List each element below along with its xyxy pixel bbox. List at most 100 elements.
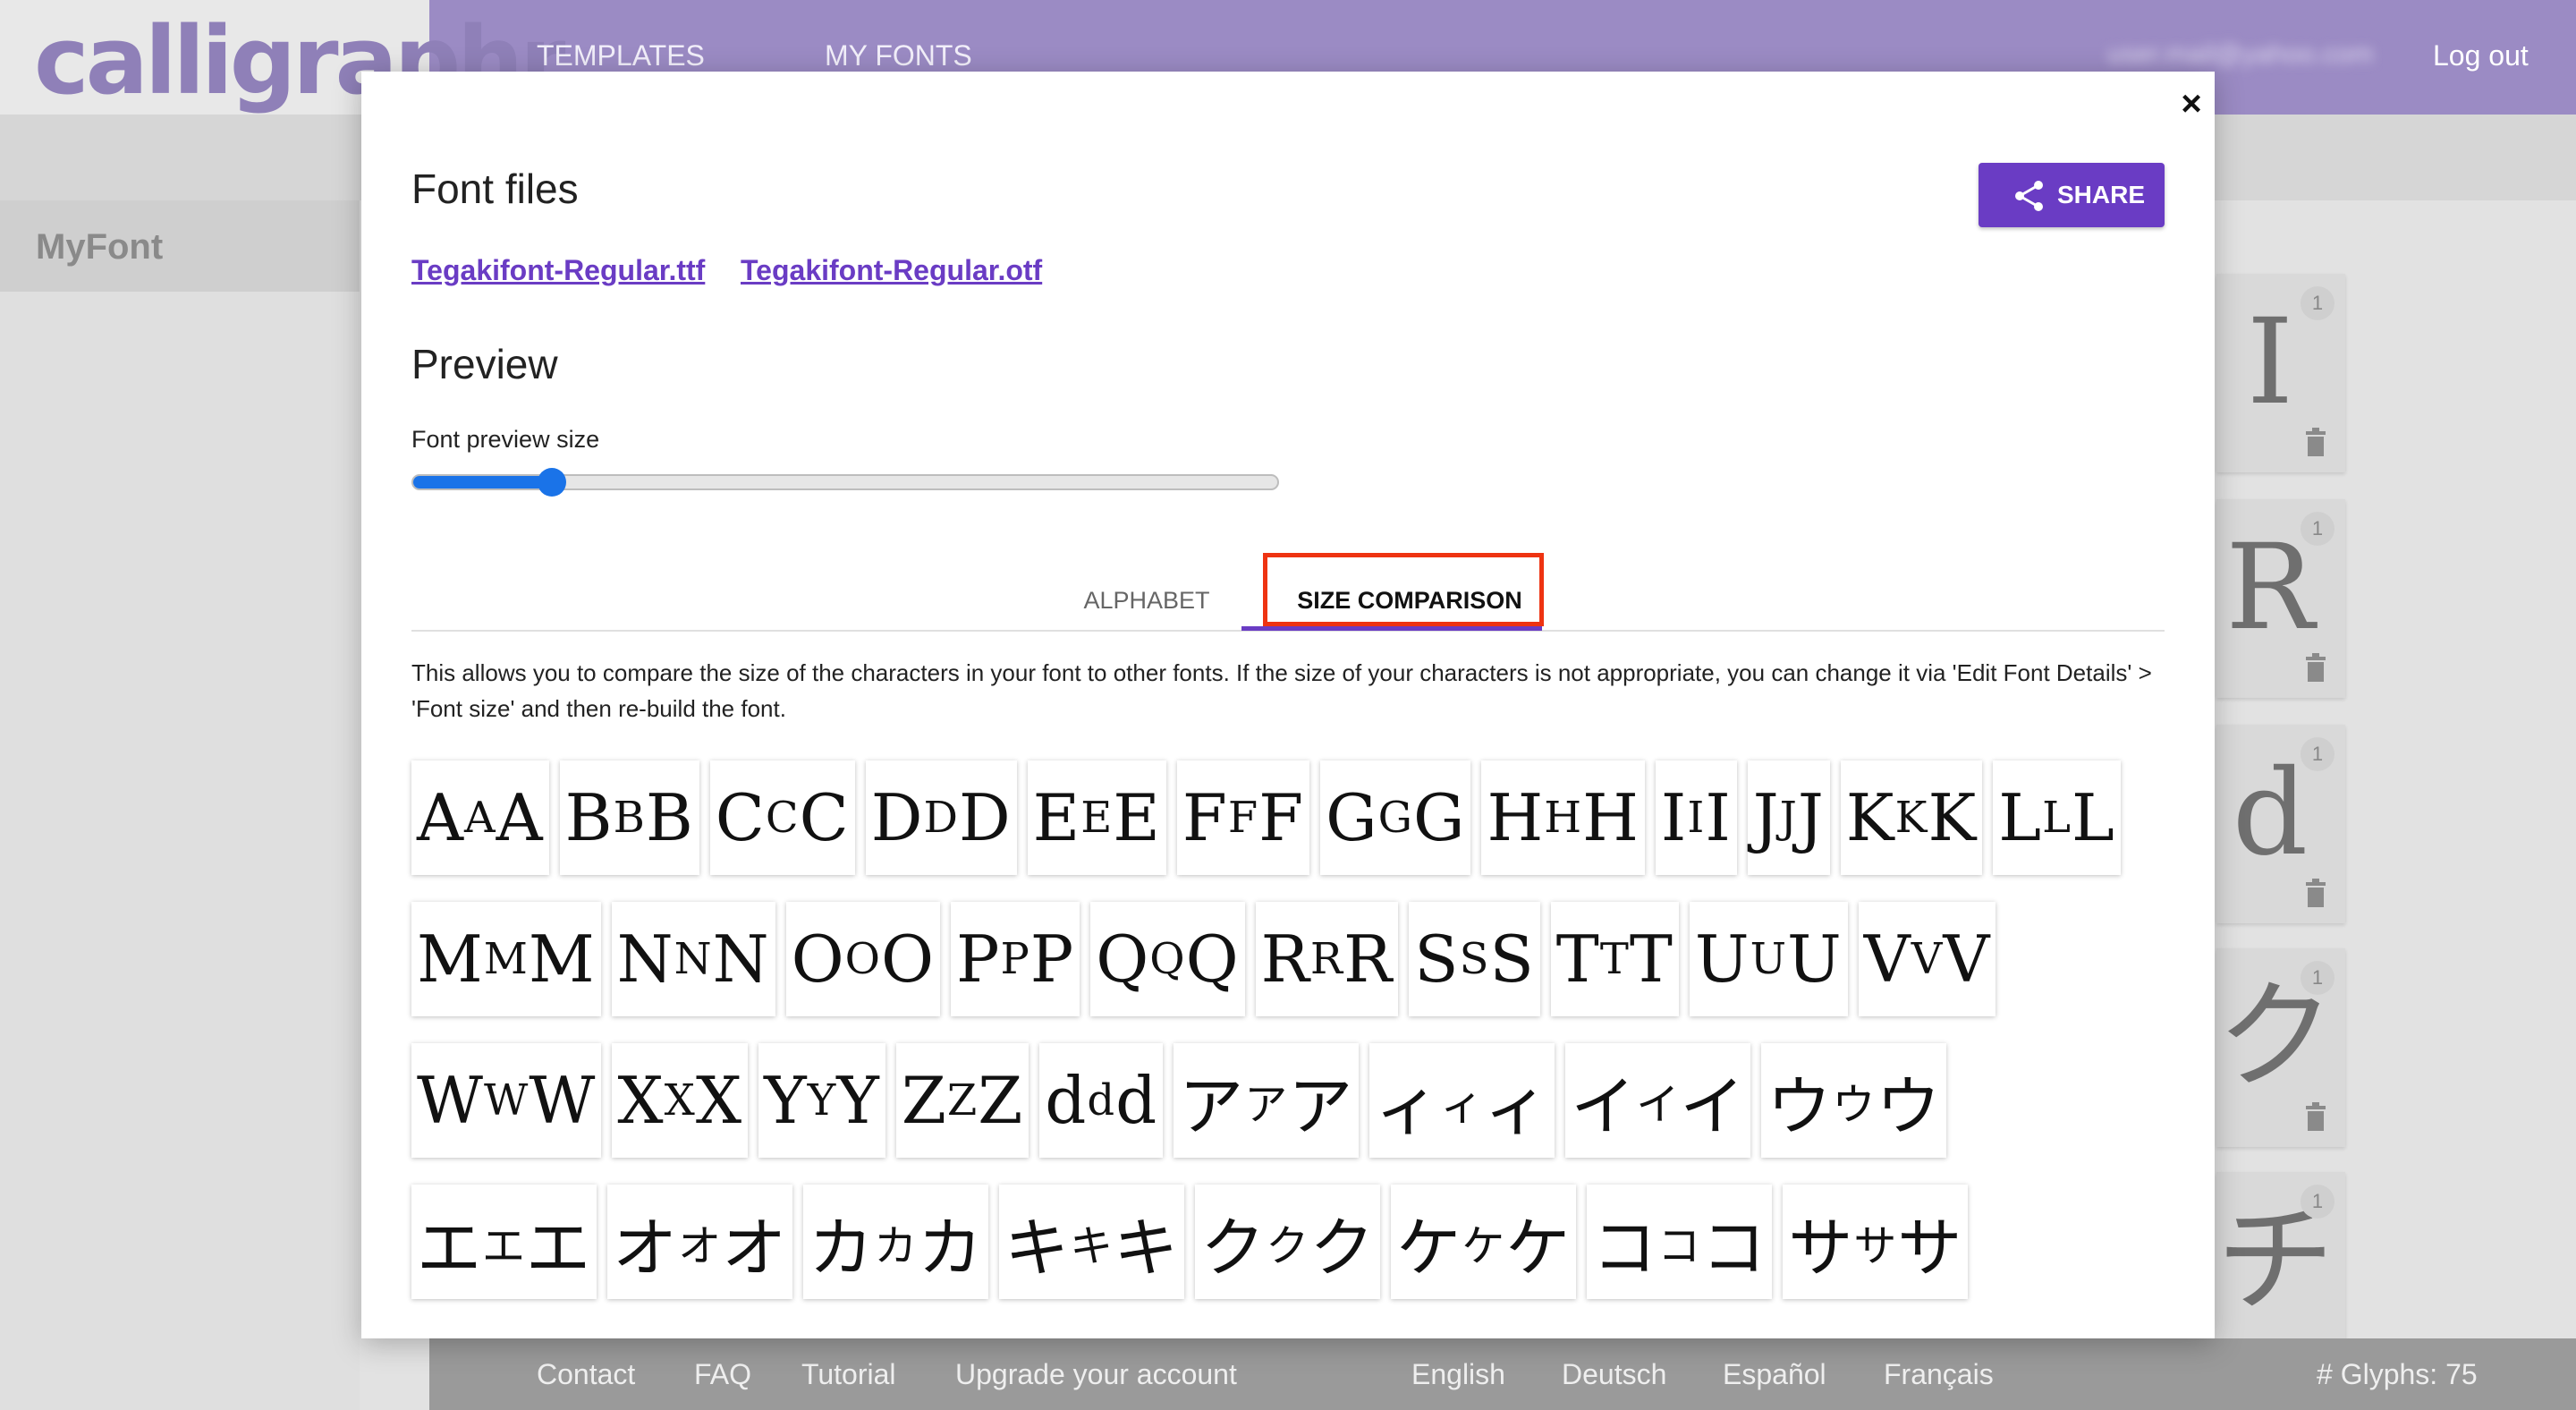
comparison-cell: CCC <box>709 760 855 875</box>
comparison-cell: JJJ <box>1747 760 1830 875</box>
footer-link-contact[interactable]: Contact <box>537 1358 635 1391</box>
comparison-cell: アアア <box>1174 1043 1360 1158</box>
reference-glyph: R <box>1260 922 1310 997</box>
reference-glyph: H <box>1487 780 1545 855</box>
reference-glyph: D <box>958 780 1012 855</box>
reference-glyph: Z <box>901 1063 947 1138</box>
user-glyph: X <box>664 1075 696 1125</box>
glyph-count-badge: 1 <box>2301 512 2334 546</box>
reference-glyph: エ <box>526 1210 592 1286</box>
user-glyph: N <box>674 934 713 984</box>
comparison-cell: NNN <box>611 902 775 1016</box>
trash-icon[interactable] <box>2304 879 2327 907</box>
reference-glyph: ア <box>1288 1068 1354 1144</box>
user-glyph: B <box>613 793 646 843</box>
glyph-count-badge: 1 <box>2301 286 2334 320</box>
user-glyph: S <box>1459 934 1490 984</box>
font-files-title: Font files <box>411 166 579 212</box>
reference-glyph: ウ <box>1767 1068 1833 1144</box>
user-glyph: G <box>1377 793 1413 843</box>
language-francais[interactable]: Français <box>1884 1358 1994 1391</box>
comparison-cell: ウウウ <box>1761 1043 1947 1158</box>
footer-link-faq[interactable]: FAQ <box>694 1358 751 1391</box>
trash-icon[interactable] <box>2304 428 2327 456</box>
trash-icon[interactable] <box>2304 1102 2327 1131</box>
trash-icon[interactable] <box>2304 653 2327 682</box>
comparison-cell: III <box>1655 760 1737 875</box>
reference-glyph: P <box>956 922 1001 997</box>
reference-glyph: コ <box>1701 1210 1767 1286</box>
user-glyph: E <box>1080 793 1114 843</box>
comparison-cell: SSS <box>1409 902 1540 1016</box>
reference-glyph: Q <box>1185 922 1240 997</box>
user-glyph: U <box>1750 934 1788 984</box>
comparison-cell: コココ <box>1587 1185 1773 1299</box>
share-button[interactable]: SHARE <box>1979 163 2165 227</box>
slider-thumb[interactable] <box>537 468 566 497</box>
reference-glyph: W <box>417 1063 485 1138</box>
comparison-cell: ddd <box>1039 1043 1164 1158</box>
comparison-cell: YYY <box>758 1043 886 1158</box>
reference-glyph: オ <box>722 1210 788 1286</box>
reference-glyph: R <box>1343 922 1394 997</box>
comparison-row: MMMNNNOOOPPPQQQRRRSSSTTTUUUVVV <box>411 902 2174 1018</box>
user-glyph: ケ <box>1462 1221 1506 1271</box>
ttf-download-link[interactable]: Tegakifont-Regular.ttf <box>411 254 705 287</box>
reference-glyph: W <box>529 1063 597 1138</box>
user-glyph: C <box>765 793 800 843</box>
otf-download-link[interactable]: Tegakifont-Regular.otf <box>741 254 1042 287</box>
reference-glyph: Z <box>978 1063 1024 1138</box>
comparison-cell: FFF <box>1176 760 1310 875</box>
user-glyph: サ <box>1853 1221 1898 1271</box>
comparison-cell: OOO <box>785 902 941 1016</box>
glyph-card[interactable]: ク 1 <box>2216 948 2345 1147</box>
reference-glyph: O <box>791 922 845 997</box>
user-email: user.mail@yahoo.com <box>2107 39 2374 69</box>
logout-link[interactable]: Log out <box>2433 39 2529 72</box>
footer-link-tutorial[interactable]: Tutorial <box>801 1358 896 1391</box>
footer-link-upgrade[interactable]: Upgrade your account <box>955 1358 1237 1391</box>
user-glyph: K <box>1894 793 1928 843</box>
reference-glyph: T <box>1629 922 1674 997</box>
language-espanol[interactable]: Español <box>1723 1358 1826 1391</box>
comparison-cell: LLL <box>1993 760 2121 875</box>
tab-alphabet[interactable]: ALPHABET <box>1039 569 1254 632</box>
sidebar <box>0 200 360 1410</box>
close-icon[interactable]: × <box>2174 84 2209 123</box>
user-glyph: L <box>2042 793 2072 843</box>
reference-glyph: イ <box>1680 1068 1746 1144</box>
user-glyph: P <box>1000 934 1030 984</box>
reference-glyph: B <box>564 780 614 855</box>
comparison-cell: HHH <box>1481 760 1645 875</box>
user-glyph: W <box>484 1075 530 1125</box>
reference-glyph: N <box>616 922 674 997</box>
language-deutsch[interactable]: Deutsch <box>1562 1358 1666 1391</box>
glyph-card[interactable]: R 1 <box>2216 499 2345 698</box>
glyph-card[interactable]: d 1 <box>2216 725 2345 923</box>
reference-glyph: G <box>1412 780 1466 855</box>
comparison-cell: ZZZ <box>895 1043 1030 1158</box>
font-preview-size-slider[interactable] <box>411 468 1279 497</box>
nav-my-fonts[interactable]: MY FONTS <box>825 39 972 72</box>
comparison-cell: オオオ <box>607 1185 793 1299</box>
comparison-cell: RRR <box>1255 902 1399 1016</box>
glyph-count-badge: 1 <box>2301 737 2334 771</box>
user-glyph: ィ <box>1440 1080 1485 1130</box>
reference-glyph: ウ <box>1876 1068 1942 1144</box>
user-glyph: O <box>844 934 882 984</box>
reference-glyph: E <box>1113 780 1161 855</box>
language-english[interactable]: English <box>1411 1358 1505 1391</box>
reference-glyph: B <box>645 780 694 855</box>
comparison-cell: EEE <box>1027 760 1166 875</box>
nav-templates[interactable]: TEMPLATES <box>537 39 705 72</box>
reference-glyph: I <box>1705 780 1732 855</box>
comparison-cell: GGG <box>1320 760 1471 875</box>
glyph-card[interactable]: I 1 <box>2216 274 2345 472</box>
sidebar-item-myfont[interactable]: MyFont <box>0 200 360 292</box>
reference-glyph: U <box>1694 922 1750 997</box>
reference-glyph: M <box>528 922 596 997</box>
comparison-cell: イイイ <box>1565 1043 1751 1158</box>
reference-glyph: L <box>1998 780 2043 855</box>
user-glyph: I <box>1687 793 1706 843</box>
comparison-cell: TTT <box>1550 902 1679 1016</box>
